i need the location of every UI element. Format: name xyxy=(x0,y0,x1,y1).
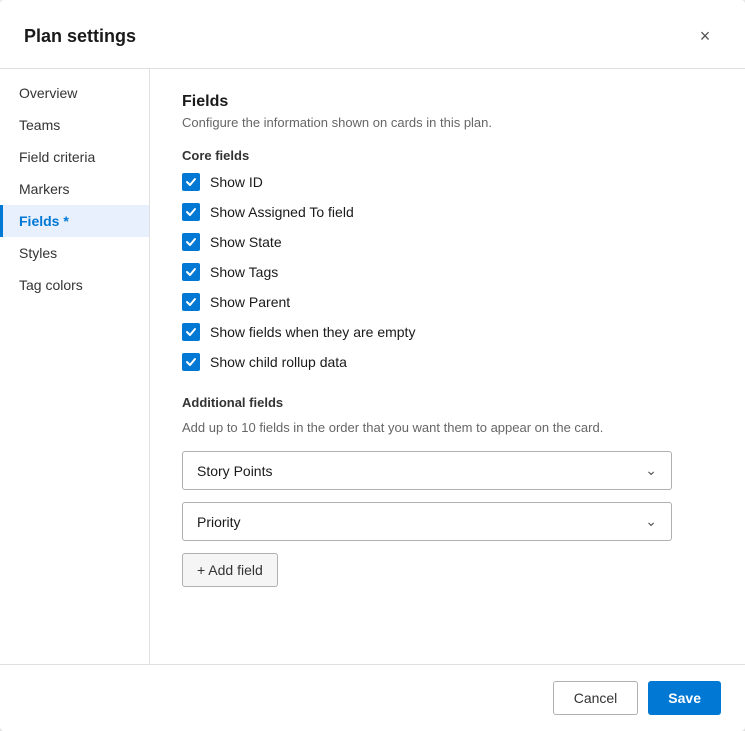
checkbox-row-show-id: Show ID xyxy=(182,173,713,191)
additional-fields-desc: Add up to 10 fields in the order that yo… xyxy=(182,420,713,435)
save-button[interactable]: Save xyxy=(648,681,721,715)
dialog-body: Overview Teams Field criteria Markers Fi… xyxy=(0,69,745,664)
checkbox-label-show-id: Show ID xyxy=(210,174,263,190)
sidebar-item-fields[interactable]: Fields * xyxy=(0,205,149,237)
checkbox-label-show-assigned-to: Show Assigned To field xyxy=(210,204,354,220)
cancel-button[interactable]: Cancel xyxy=(553,681,639,715)
checkbox-show-tags[interactable] xyxy=(182,263,200,281)
dialog-footer: Cancel Save xyxy=(0,664,745,731)
checkbox-row-show-assigned-to: Show Assigned To field xyxy=(182,203,713,221)
section-title: Fields xyxy=(182,93,713,111)
priority-value: Priority xyxy=(197,514,241,530)
sidebar-item-styles[interactable]: Styles xyxy=(0,237,149,269)
core-fields-title: Core fields xyxy=(182,148,713,163)
checkbox-show-state[interactable] xyxy=(182,233,200,251)
story-points-value: Story Points xyxy=(197,463,272,479)
checkbox-show-parent[interactable] xyxy=(182,293,200,311)
add-field-button[interactable]: + Add field xyxy=(182,553,278,587)
chevron-down-icon: ⌄ xyxy=(645,462,657,479)
sidebar: Overview Teams Field criteria Markers Fi… xyxy=(0,69,150,664)
priority-dropdown[interactable]: Priority ⌄ xyxy=(182,502,672,541)
sidebar-item-teams[interactable]: Teams xyxy=(0,109,149,141)
sidebar-item-tag-colors[interactable]: Tag colors xyxy=(0,269,149,301)
checkbox-row-show-state: Show State xyxy=(182,233,713,251)
checkbox-show-rollup[interactable] xyxy=(182,353,200,371)
plan-settings-dialog: Plan settings × Overview Teams Field cri… xyxy=(0,0,745,731)
checkbox-row-show-empty: Show fields when they are empty xyxy=(182,323,713,341)
chevron-down-icon-2: ⌄ xyxy=(645,513,657,530)
checkbox-show-empty[interactable] xyxy=(182,323,200,341)
additional-fields-title: Additional fields xyxy=(182,395,713,410)
checkbox-label-show-empty: Show fields when they are empty xyxy=(210,324,415,340)
story-points-dropdown[interactable]: Story Points ⌄ xyxy=(182,451,672,490)
checkbox-row-show-tags: Show Tags xyxy=(182,263,713,281)
checkbox-row-show-parent: Show Parent xyxy=(182,293,713,311)
sidebar-item-field-criteria[interactable]: Field criteria xyxy=(0,141,149,173)
sidebar-item-markers[interactable]: Markers xyxy=(0,173,149,205)
section-desc: Configure the information shown on cards… xyxy=(182,115,713,130)
dialog-title: Plan settings xyxy=(24,26,136,47)
checkbox-label-show-parent: Show Parent xyxy=(210,294,290,310)
checkbox-label-show-state: Show State xyxy=(210,234,282,250)
main-content: Fields Configure the information shown o… xyxy=(150,69,745,664)
checkbox-label-show-tags: Show Tags xyxy=(210,264,278,280)
sidebar-item-overview[interactable]: Overview xyxy=(0,77,149,109)
additional-fields-section: Additional fields Add up to 10 fields in… xyxy=(182,395,713,587)
checkbox-show-assigned-to[interactable] xyxy=(182,203,200,221)
checkbox-label-show-rollup: Show child rollup data xyxy=(210,354,347,370)
checkbox-show-id[interactable] xyxy=(182,173,200,191)
close-button[interactable]: × xyxy=(689,20,721,52)
checkbox-row-show-rollup: Show child rollup data xyxy=(182,353,713,371)
dialog-header: Plan settings × xyxy=(0,0,745,69)
